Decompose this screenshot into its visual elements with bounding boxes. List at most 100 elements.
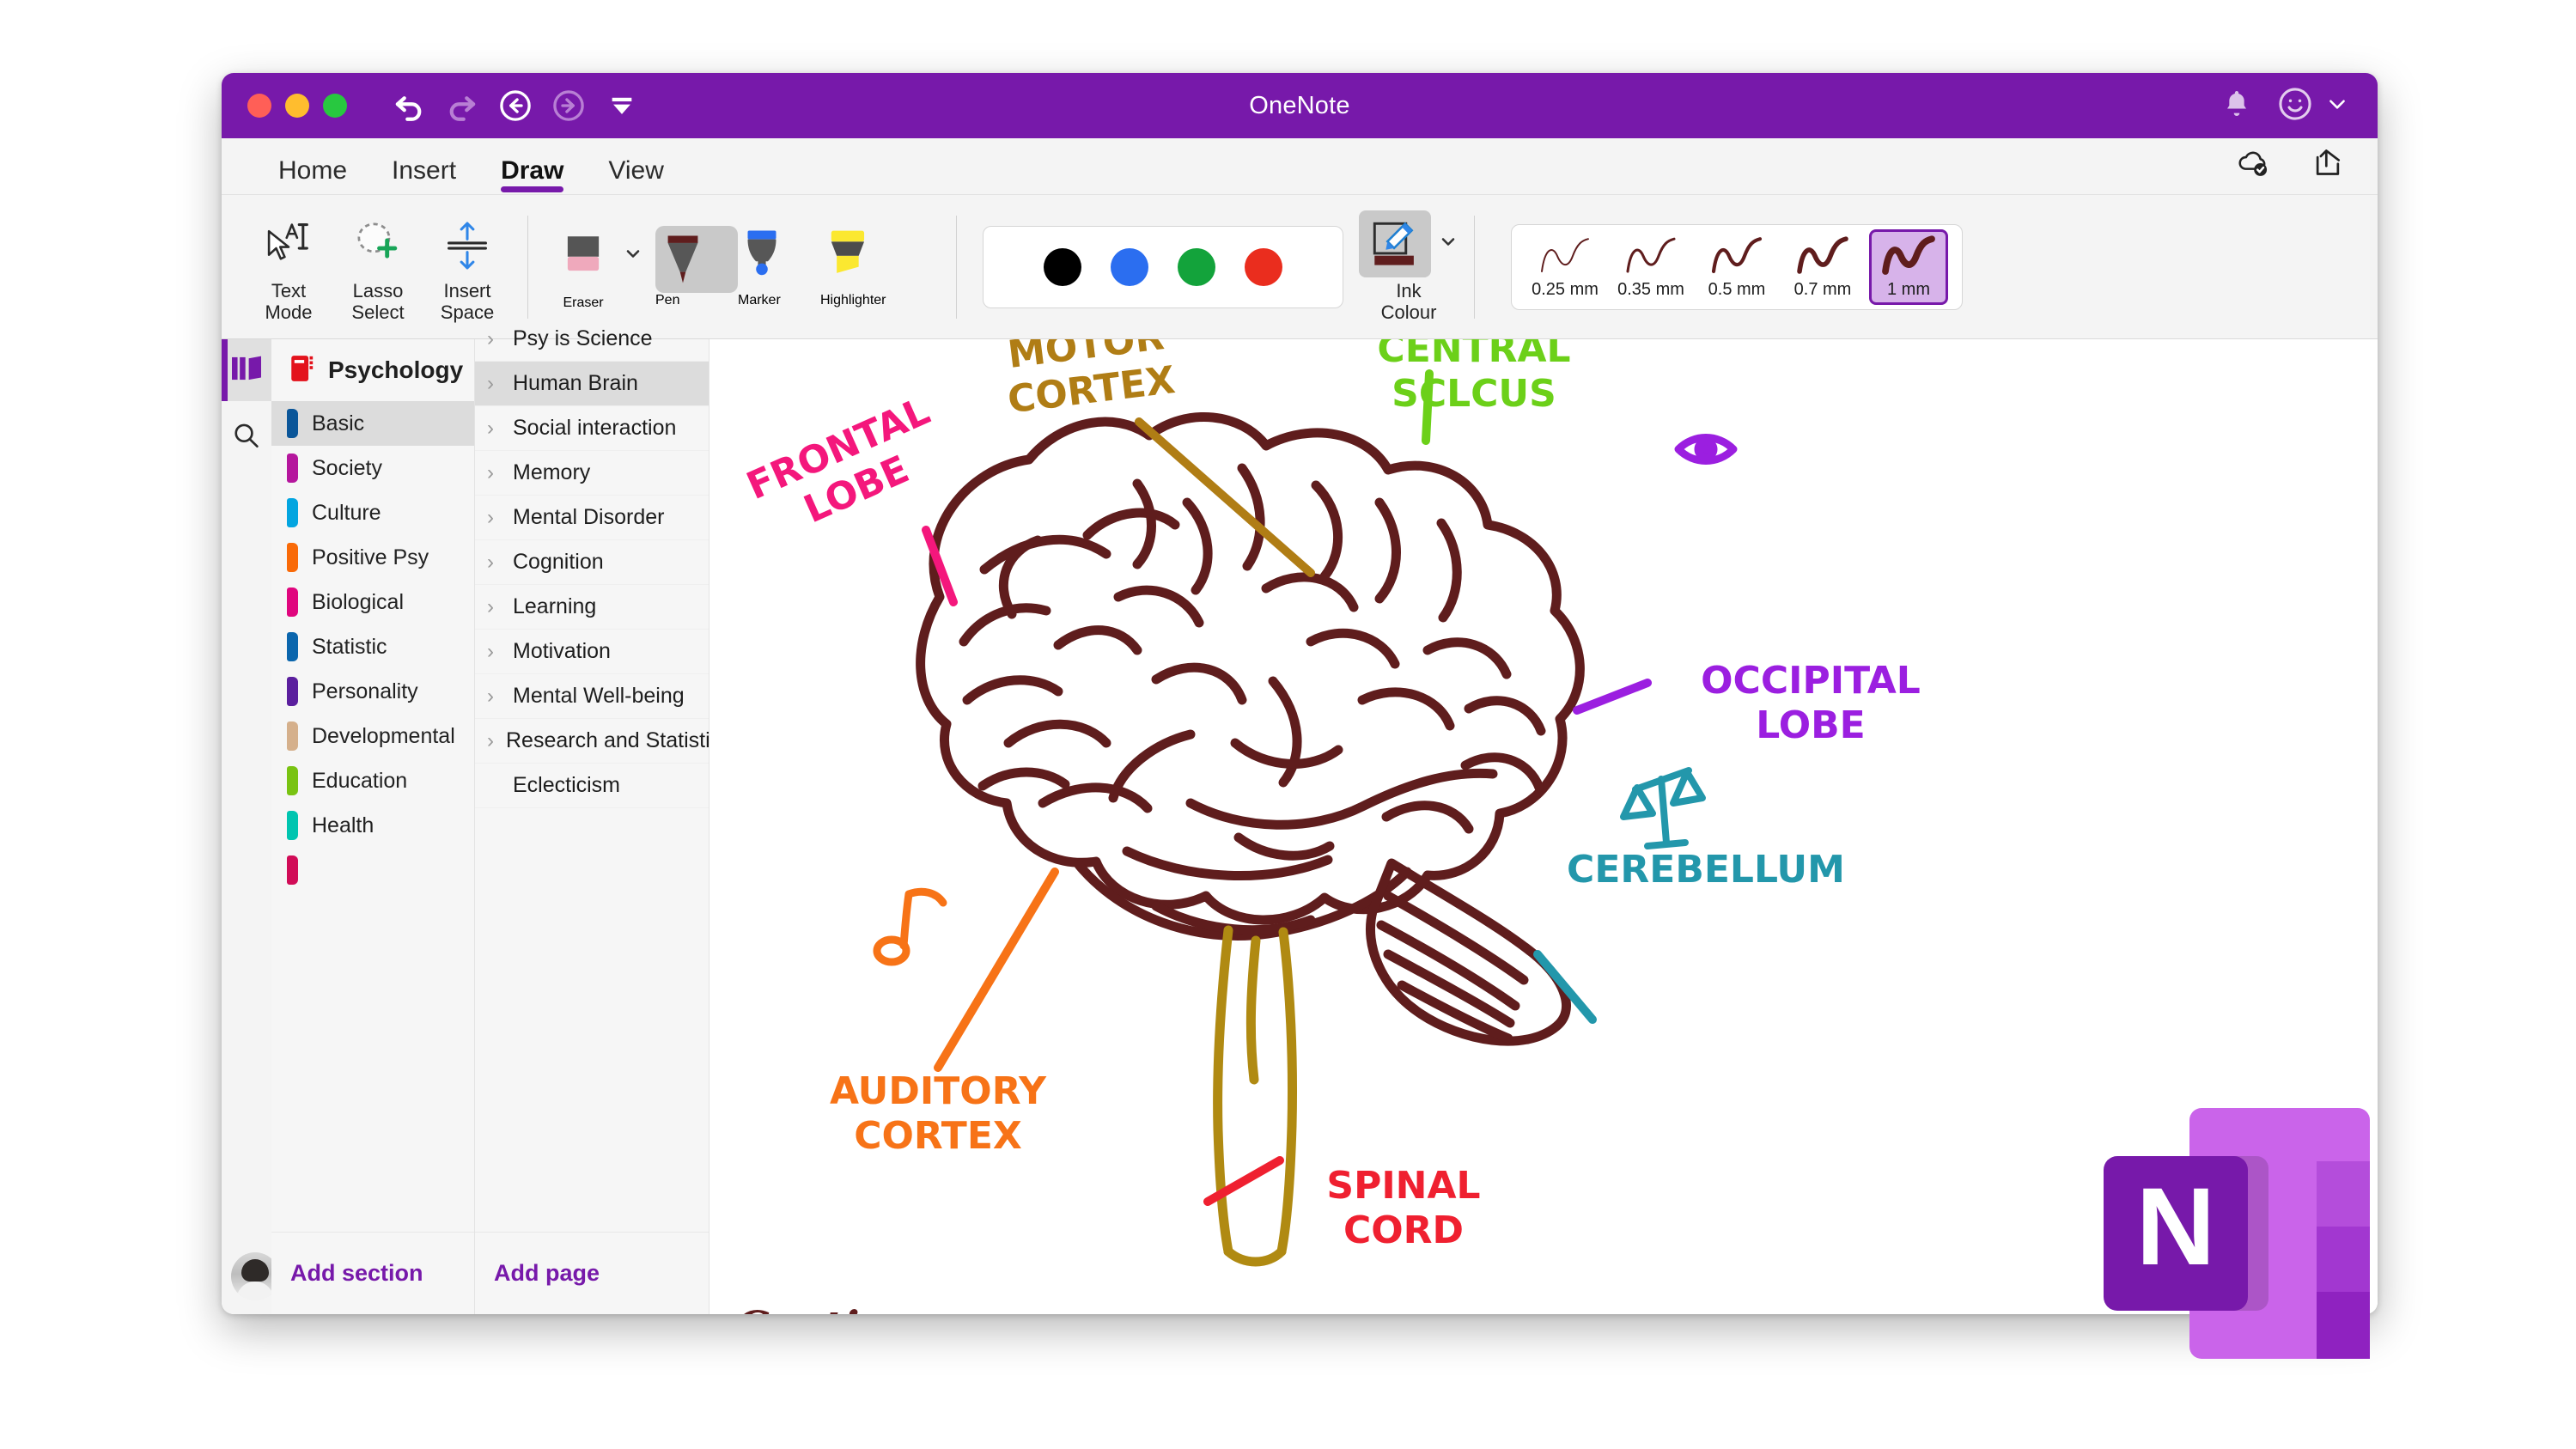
lasso-select-button[interactable]: Lasso Select [333, 210, 423, 323]
eraser-chevron-down-icon[interactable] [623, 243, 643, 268]
swatch-blue[interactable] [1111, 247, 1148, 286]
pen-label: Pen [655, 292, 680, 307]
sidebar-item-statistic[interactable]: Statistic [271, 624, 474, 669]
ink-colour-button[interactable] [1359, 210, 1431, 277]
zoom-button[interactable] [323, 94, 347, 118]
sidebar-item-clipped[interactable] [271, 848, 474, 892]
text-mode-button[interactable]: Text Mode [244, 210, 333, 323]
notebook-header[interactable]: Psychology [271, 339, 493, 401]
section-color-tab [287, 588, 298, 617]
back-icon[interactable] [493, 83, 538, 128]
redo-icon[interactable] [440, 83, 484, 128]
spinal-cord-line2: CORD [1343, 1209, 1464, 1252]
sidebar-item-culture[interactable]: Culture [271, 490, 474, 535]
sidebar-item-biological[interactable]: Biological [271, 580, 474, 624]
add-section-footer: Add section [271, 1232, 474, 1314]
section-color-tab [287, 409, 298, 438]
ribbon-divider-1 [527, 215, 528, 319]
ribbon-collapse-chevron-icon[interactable] [600, 83, 644, 128]
ribbon-right-actions [2235, 143, 2347, 186]
page-item-motivation[interactable]: › Motivation [475, 630, 709, 674]
section-color-tab [287, 721, 298, 751]
chevron-right-icon: › [487, 684, 494, 708]
sidebar-item-health[interactable]: Health [271, 803, 474, 848]
swatch-green[interactable] [1178, 247, 1215, 286]
undo-icon[interactable] [387, 83, 431, 128]
page-item-research-and-statistic[interactable]: › Research and Statistic [475, 719, 709, 764]
ink-colour-swatches [983, 225, 1343, 308]
page-item-memory[interactable]: › Memory [475, 451, 709, 496]
cerebellum-line1: CEREBELLUM [1567, 848, 1845, 892]
smiley-account-icon[interactable] [2276, 85, 2314, 127]
page-item-human-brain[interactable]: › Human Brain [475, 362, 709, 406]
thickness-07-label: 0.7 mm [1793, 280, 1852, 299]
close-button[interactable] [247, 94, 271, 118]
signature-block: Curtis CHAN CHUN TSONG [735, 1301, 1183, 1314]
sidebar-item-basic[interactable]: Basic [271, 401, 474, 446]
thickness-05[interactable]: 0.5 mm [1697, 229, 1776, 305]
ribbon-divider-3 [1474, 215, 1475, 319]
account-chevron-down-icon[interactable] [2326, 93, 2348, 119]
section-label: Statistic [312, 634, 387, 659]
share-icon[interactable] [2309, 143, 2347, 186]
ink-colour-control: Ink Colour [1359, 210, 1459, 323]
pages-column: › Psy is Science › Human Brain › Social … [475, 326, 709, 1314]
tab-draw[interactable]: Draw [478, 158, 586, 194]
page-item-learning[interactable]: › Learning [475, 585, 709, 630]
signature-line1: Curtis [735, 1301, 1183, 1314]
page-item-mental-disorder[interactable]: › Mental Disorder [475, 496, 709, 540]
chevron-right-icon: › [487, 594, 494, 618]
section-label: Positive Psy [312, 545, 429, 569]
swatch-black[interactable] [1044, 247, 1081, 286]
page-label: Learning [513, 594, 597, 618]
thickness-035[interactable]: 0.35 mm [1611, 229, 1690, 305]
thickness-05-label: 0.5 mm [1708, 280, 1766, 299]
page-item-cognition[interactable]: › Cognition [475, 540, 709, 585]
pen-button[interactable]: Pen [655, 225, 738, 308]
cloud-sync-icon[interactable] [2235, 143, 2273, 186]
page-item-eclecticism[interactable]: › Eclecticism [475, 764, 709, 808]
thickness-1mm[interactable]: 1 mm [1869, 228, 1948, 305]
minimize-button[interactable] [285, 94, 309, 118]
bell-icon[interactable] [2220, 87, 2254, 125]
tab-home[interactable]: Home [256, 158, 369, 194]
eraser-button[interactable]: Eraser [544, 223, 655, 311]
text-mode-label: Text Mode [265, 279, 313, 323]
sidebar-item-society[interactable]: Society [271, 446, 474, 490]
swatch-red[interactable] [1245, 247, 1282, 286]
page-label: Memory [513, 460, 591, 484]
page-item-mental-well-being[interactable]: › Mental Well-being [475, 674, 709, 719]
insert-space-button[interactable]: Insert Space [423, 210, 512, 323]
tab-insert[interactable]: Insert [369, 158, 478, 194]
page-item-social-interaction[interactable]: › Social interaction [475, 406, 709, 451]
section-color-tab [287, 855, 298, 885]
onenote-window: OneNote Home Insert Draw View Text Mode … [222, 73, 2378, 1314]
tab-view[interactable]: View [586, 158, 685, 194]
forward-icon[interactable] [546, 83, 591, 128]
notebooks-button[interactable] [222, 339, 271, 401]
thickness-025[interactable]: 0.25 mm [1526, 229, 1605, 305]
ink-colour-chevron-down-icon[interactable] [1438, 231, 1459, 256]
pen-thickness-group: 0.25 mm 0.35 mm 0.5 mm 0.7 mm 1 mm [1511, 223, 1963, 310]
thickness-07[interactable]: 0.7 mm [1783, 229, 1862, 305]
page-item-psy-is-science[interactable]: › Psy is Science [475, 317, 709, 362]
music-note-icon-shape [873, 887, 947, 966]
eraser-icon [558, 228, 608, 295]
notebooks-icon [228, 354, 265, 387]
marker-button[interactable]: Marker [738, 226, 820, 308]
highlighter-button[interactable]: Highlighter [820, 226, 941, 308]
sidebar-item-developmental[interactable]: Developmental [271, 714, 474, 758]
window-titlebar: OneNote [222, 73, 2378, 138]
sidebar-item-education[interactable]: Education [271, 758, 474, 803]
pages-list: › Psy is Science › Human Brain › Social … [475, 317, 709, 1232]
chevron-right-icon: › [487, 550, 494, 574]
sidebar-item-positive-psy[interactable]: Positive Psy [271, 535, 474, 580]
search-button[interactable] [222, 401, 271, 475]
add-page-button[interactable]: Add page [494, 1260, 600, 1287]
sidebar-item-personality[interactable]: Personality [271, 669, 474, 714]
insert-space-icon [441, 216, 494, 276]
add-section-button[interactable]: Add section [290, 1260, 423, 1287]
section-label: Developmental [312, 723, 455, 748]
main-area: Psychology Basic Society Culture Positiv… [222, 326, 2378, 1314]
section-color-tab [287, 677, 298, 706]
